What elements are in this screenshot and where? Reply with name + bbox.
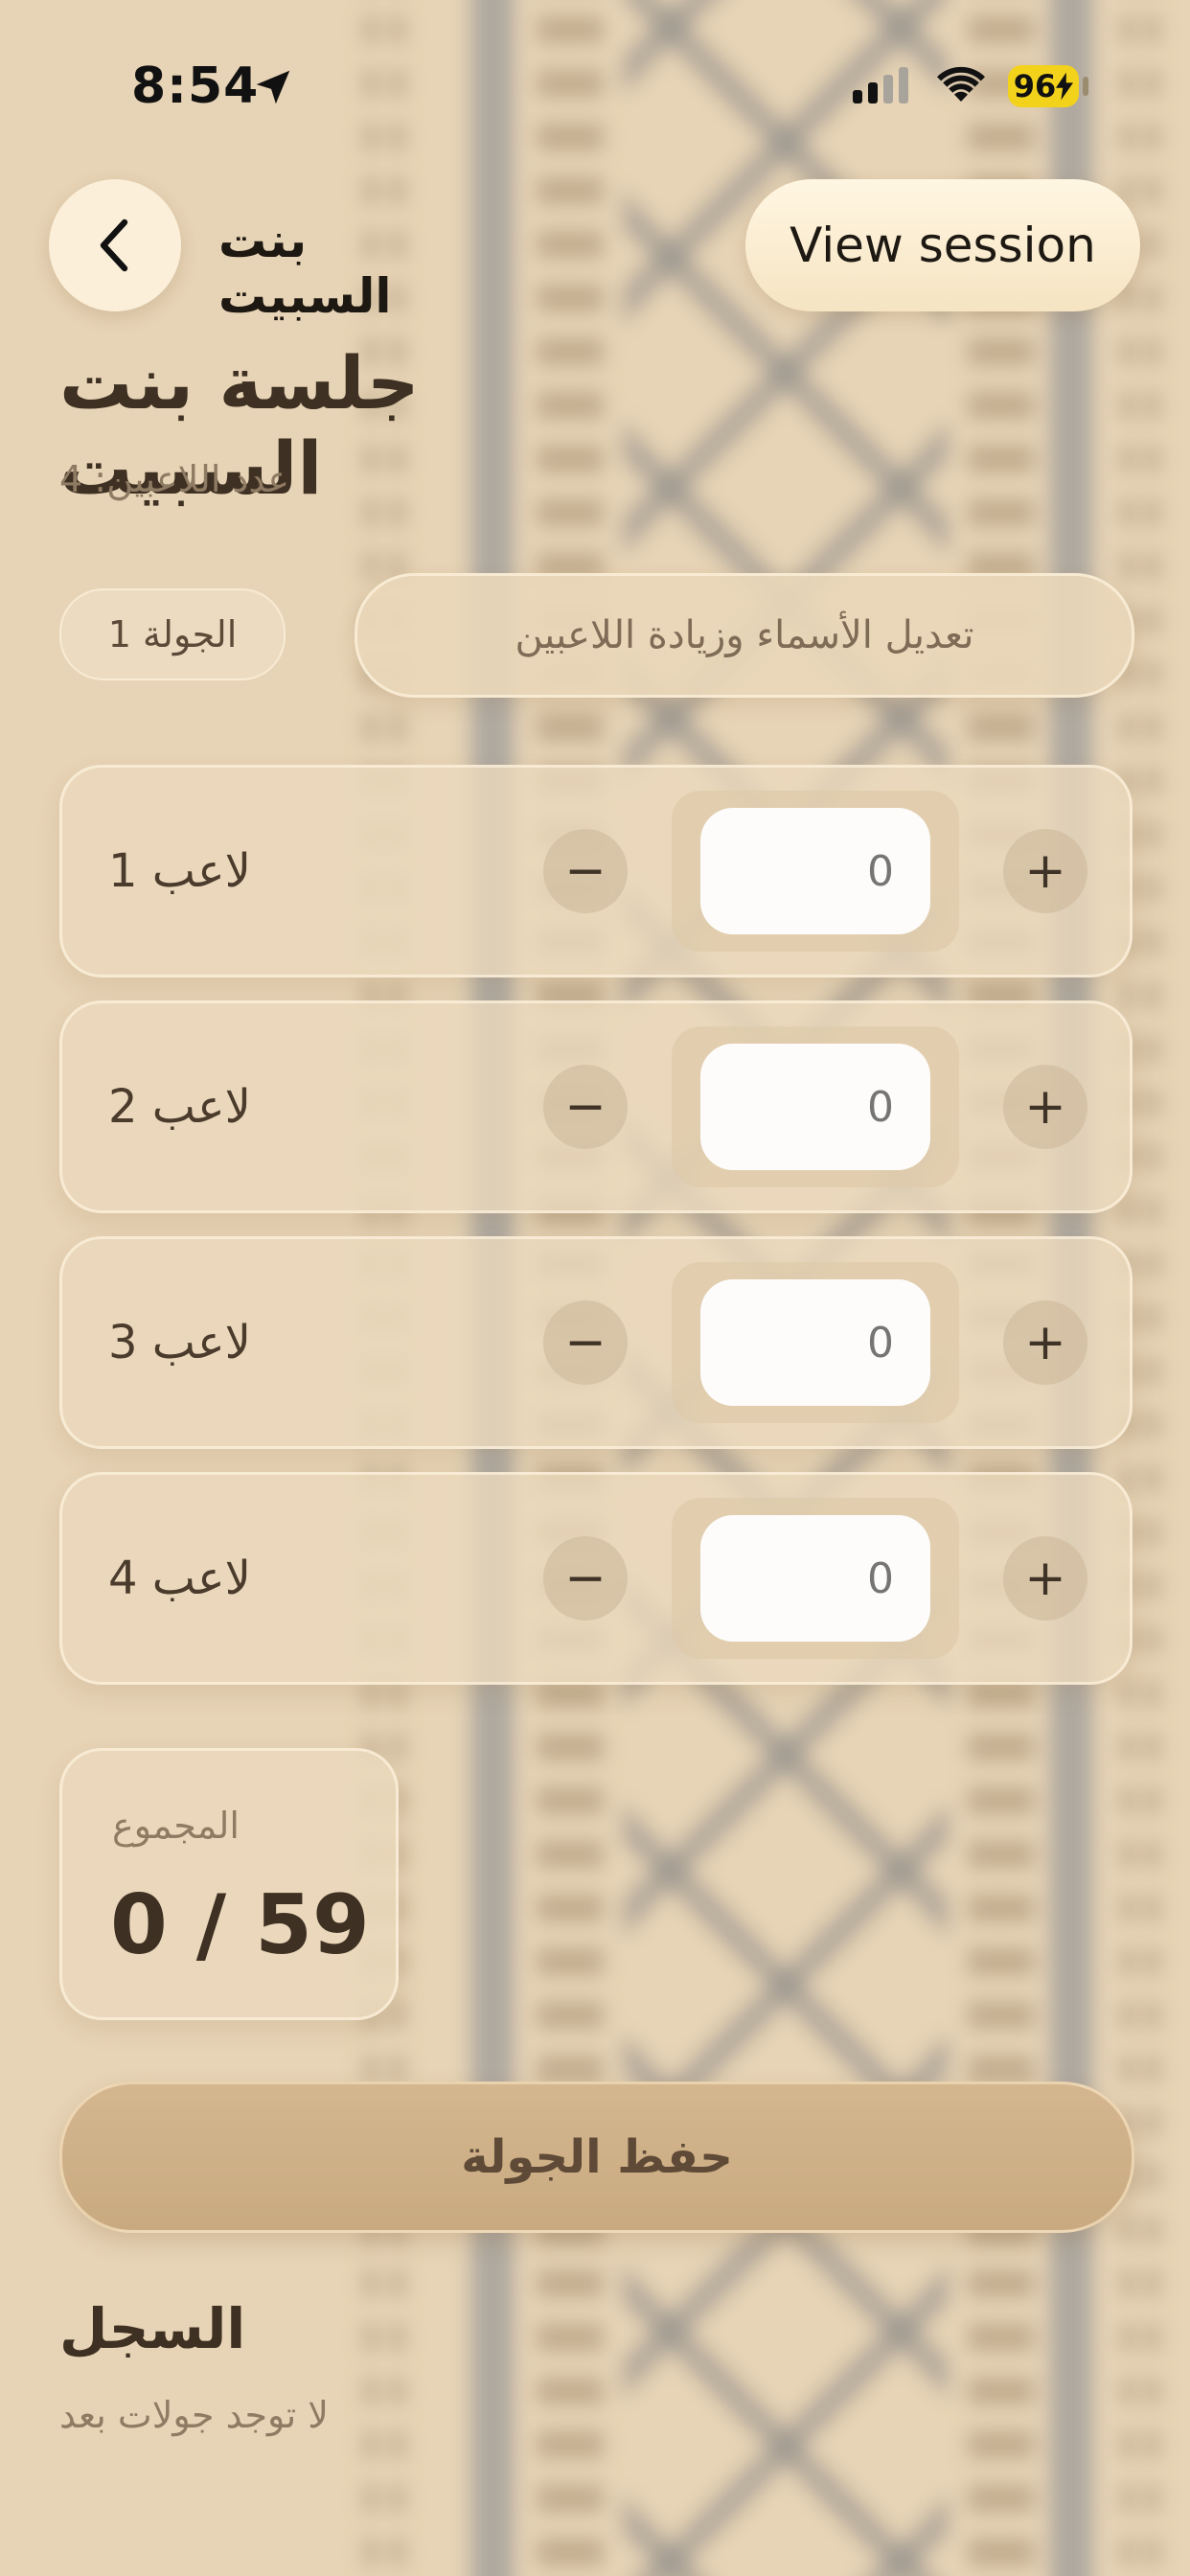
status-time: 8:54 xyxy=(131,58,260,115)
chevron-left-icon xyxy=(100,218,128,272)
decrement-button[interactable]: − xyxy=(543,1536,628,1621)
player-name: لاعب 2 xyxy=(108,1080,251,1134)
wifi-icon xyxy=(937,66,985,102)
decrement-button[interactable]: − xyxy=(543,1065,628,1149)
score-input[interactable] xyxy=(700,1279,930,1406)
cellular-signal-icon xyxy=(853,67,914,104)
total-label: المجموع xyxy=(112,1805,240,1847)
round-badge: الجولة 1 xyxy=(59,588,286,680)
total-value: 0 / 59 xyxy=(110,1877,370,1973)
view-session-button[interactable]: View session xyxy=(745,179,1140,311)
increment-button[interactable]: + xyxy=(1003,1536,1087,1621)
battery-indicator: 96 xyxy=(1008,65,1079,107)
player-card: لاعب 4 − + xyxy=(59,1472,1133,1685)
battery-tip xyxy=(1083,77,1088,96)
back-button[interactable] xyxy=(49,179,181,311)
score-input[interactable] xyxy=(700,1515,930,1642)
nav-title: بنت السبيت xyxy=(218,213,392,324)
total-card: المجموع 0 / 59 xyxy=(59,1748,399,2020)
player-name: لاعب 4 xyxy=(108,1552,251,1605)
location-arrow-icon xyxy=(256,70,290,104)
players-count: عدد اللاعبين: 4 xyxy=(59,458,290,500)
increment-button[interactable]: + xyxy=(1003,1300,1087,1385)
increment-button[interactable]: + xyxy=(1003,1065,1087,1149)
increment-button[interactable]: + xyxy=(1003,829,1087,913)
history-empty-message: لا توجد جولات بعد xyxy=(59,2394,329,2436)
player-name: لاعب 3 xyxy=(108,1316,251,1369)
player-card: لاعب 2 − + xyxy=(59,1000,1133,1213)
edit-players-button[interactable]: تعديل الأسماء وزيادة اللاعبين xyxy=(355,573,1134,698)
battery-level: 96 xyxy=(1013,68,1057,104)
player-name: لاعب 1 xyxy=(108,844,251,898)
score-input[interactable] xyxy=(700,808,930,934)
save-round-button[interactable]: حفظ الجولة xyxy=(59,2082,1134,2233)
decrement-button[interactable]: − xyxy=(543,1300,628,1385)
charging-bolt-icon xyxy=(1056,72,1074,101)
decrement-button[interactable]: − xyxy=(543,829,628,913)
history-title: السجل xyxy=(59,2296,246,2361)
player-card: لاعب 3 − + xyxy=(59,1236,1133,1449)
player-card: لاعب 1 − + xyxy=(59,765,1133,978)
score-input[interactable] xyxy=(700,1044,930,1170)
